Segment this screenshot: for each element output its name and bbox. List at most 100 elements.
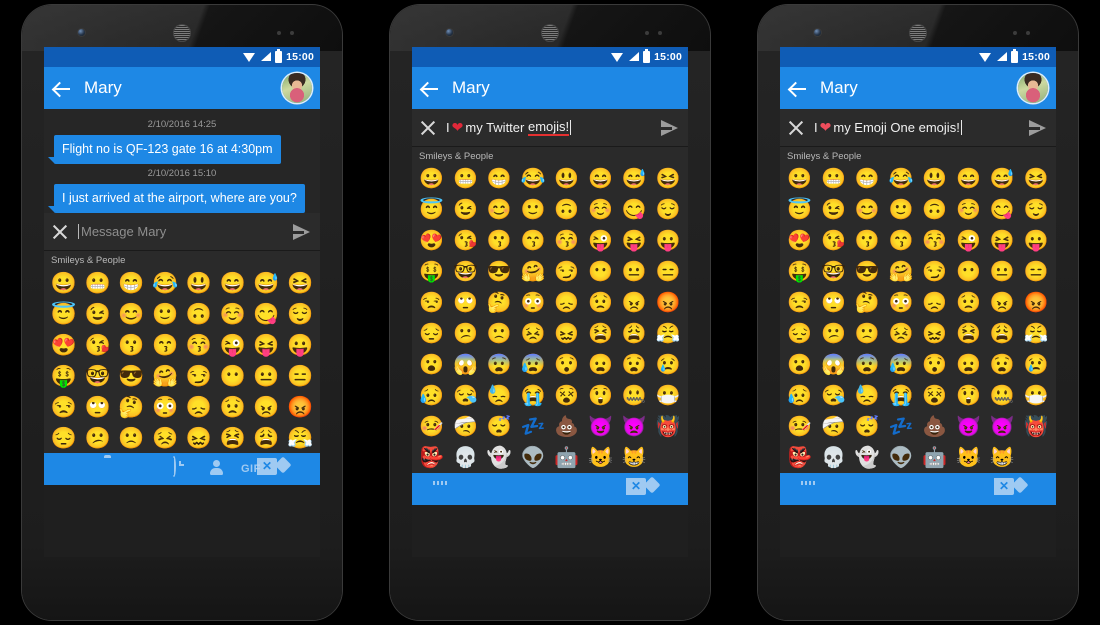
emoji-key[interactable]: 😝 (986, 227, 1020, 256)
emoji-key[interactable]: 😱 (449, 351, 483, 380)
close-icon[interactable] (52, 224, 68, 240)
emoji-key[interactable]: 😨 (851, 351, 885, 380)
emoji-key[interactable]: 😌 (283, 300, 317, 329)
emoji-key[interactable]: 😊 (483, 196, 517, 225)
emoji-key[interactable]: 😚 (550, 227, 584, 256)
close-icon[interactable] (788, 120, 804, 136)
emoji-key[interactable]: 😩 (986, 320, 1020, 349)
emoji-key[interactable]: 😠 (986, 289, 1020, 318)
emoji-key[interactable]: 😷 (1019, 382, 1053, 411)
emoji-key[interactable]: 😗 (851, 227, 885, 256)
emoji-key[interactable]: 😷 (651, 382, 685, 411)
emoji-key[interactable]: 😐 (250, 362, 284, 391)
emoji-key[interactable]: 😁 (115, 269, 149, 298)
emoji-key[interactable]: 😣 (516, 320, 550, 349)
emoji-key[interactable]: 😞 (918, 289, 952, 318)
back-arrow-icon[interactable] (788, 78, 808, 98)
emoji-key[interactable]: 😏 (918, 258, 952, 287)
emoji-key[interactable]: 😒 (783, 289, 817, 318)
emoji-key[interactable]: 😛 (651, 227, 685, 256)
emoji-key[interactable]: 😦 (584, 351, 618, 380)
send-icon[interactable] (292, 223, 312, 240)
emoji-key[interactable]: 😪 (817, 382, 851, 411)
emoji-key[interactable]: 😯 (918, 351, 952, 380)
emoji-grid-1[interactable]: 😀 😬 😁 😂 😃 😄 😅 😆 😇 😉 😊 🙂 🙃 ☺️ 😋 😌 😍 😘 😗 😙 😚 😜 😝 😛 🤑 🤓 😎 🤗 😏 😶 😐 😑 😒 🙄 🤔 😳 😞 😟 😠… (44, 269, 320, 453)
emoji-key[interactable]: 😍 (783, 227, 817, 256)
emoji-key[interactable]: 🤔 (851, 289, 885, 318)
emoji-key[interactable]: 😫 (952, 320, 986, 349)
emoji-key[interactable]: 😂 (884, 165, 918, 194)
emoji-key[interactable]: 😈 (952, 413, 986, 442)
emoji-key[interactable]: 😏 (550, 258, 584, 287)
emoji-key[interactable]: 😀 (415, 165, 449, 194)
emoji-key[interactable]: 😝 (618, 227, 652, 256)
emoji-key[interactable]: 😉 (449, 196, 483, 225)
emoji-key[interactable]: 😠 (250, 393, 284, 422)
emoji-key[interactable]: 😋 (250, 300, 284, 329)
emoji-key[interactable]: 🤗 (516, 258, 550, 287)
emoji-key[interactable]: 😞 (182, 393, 216, 422)
emoji-key[interactable]: 👻 (851, 444, 885, 473)
emoji-key[interactable]: 😡 (651, 289, 685, 318)
emoji-key[interactable]: 😬 (81, 269, 115, 298)
emoji-key[interactable]: 😞 (550, 289, 584, 318)
emoji-key[interactable]: 👺 (783, 444, 817, 473)
emoji-key[interactable]: 😕 (817, 320, 851, 349)
emoji-key[interactable]: 👹 (1019, 413, 1053, 442)
emoji-key[interactable]: 👺 (415, 444, 449, 473)
emoji-key[interactable]: 😙 (516, 227, 550, 256)
emoji-key[interactable]: 😄 (952, 165, 986, 194)
emoji-key[interactable]: 😦 (952, 351, 986, 380)
back-arrow-icon[interactable] (52, 78, 72, 98)
emoji-key[interactable]: 😀 (783, 165, 817, 194)
emoji-key[interactable]: 😌 (651, 196, 685, 225)
emoji-key[interactable]: 👿 (986, 413, 1020, 442)
emoji-key[interactable]: 😉 (817, 196, 851, 225)
emoji-key[interactable]: 😳 (884, 289, 918, 318)
emoji-key[interactable]: 😵 (550, 382, 584, 411)
emoji-key[interactable]: 💀 (817, 444, 851, 473)
emoji-key[interactable]: 😈 (584, 413, 618, 442)
emoji-key[interactable]: 🤑 (415, 258, 449, 287)
emoji-key[interactable]: 🤓 (81, 362, 115, 391)
emoji-key[interactable]: 😒 (415, 289, 449, 318)
emoji-key[interactable]: 😘 (81, 331, 115, 360)
emoji-key[interactable]: 😩 (618, 320, 652, 349)
emoji-key[interactable]: 😕 (81, 424, 115, 453)
emoji-key[interactable]: 😖 (182, 424, 216, 453)
emoji-key[interactable]: 😄 (584, 165, 618, 194)
emoji-key[interactable]: 😳 (148, 393, 182, 422)
emoji-key[interactable]: 😸 (618, 444, 652, 473)
emoji-key[interactable]: 😇 (415, 196, 449, 225)
avatar[interactable] (282, 73, 312, 103)
emoji-key[interactable]: 😃 (182, 269, 216, 298)
emoji-key[interactable]: 😧 (618, 351, 652, 380)
emoji-key[interactable]: 😮 (783, 351, 817, 380)
emoji-key[interactable]: 😀 (47, 269, 81, 298)
emoji-key[interactable]: 😡 (283, 393, 317, 422)
emoji-key[interactable]: 😔 (47, 424, 81, 453)
emoji-key[interactable]: 😚 (182, 331, 216, 360)
emoji-key[interactable]: 😰 (884, 351, 918, 380)
emoji-key[interactable]: 😸 (986, 444, 1020, 473)
emoji-key[interactable]: 🤒 (783, 413, 817, 442)
emoji-grid-3[interactable]: 😀 😬 😁 😂 😃 😄 😅 😆 😇 😉 😊 🙂 🙃 ☺️ 😋 😌 😍 😘 😗 😙 😚 😜 😝 😛 🤑 🤓 😎 🤗 😏 😶 😐 😑 😒 🙄 🤔 😳 😞 😟 😠… (780, 165, 1056, 473)
emoji-key[interactable]: 😁 (851, 165, 885, 194)
emoji-key[interactable]: 🤗 (148, 362, 182, 391)
emoji-key[interactable]: 🙁 (483, 320, 517, 349)
backspace-key[interactable]: ✕ (631, 478, 672, 500)
emoji-key[interactable]: 😛 (283, 331, 317, 360)
emoji-key[interactable]: 😆 (651, 165, 685, 194)
emoji-key[interactable]: 😤 (651, 320, 685, 349)
emoji-key[interactable]: 🙃 (918, 196, 952, 225)
emoji-key[interactable]: ☺️ (952, 196, 986, 225)
emoji-key[interactable]: 😤 (283, 424, 317, 453)
emoji-key[interactable]: 😚 (918, 227, 952, 256)
emoji-key[interactable]: 😃 (918, 165, 952, 194)
close-icon[interactable] (420, 120, 436, 136)
emoji-key[interactable]: 😟 (584, 289, 618, 318)
emoji-key[interactable]: 😆 (283, 269, 317, 298)
emoji-key[interactable]: 🤐 (986, 382, 1020, 411)
emoji-key[interactable]: 😝 (250, 331, 284, 360)
emoji-key[interactable]: 😎 (483, 258, 517, 287)
